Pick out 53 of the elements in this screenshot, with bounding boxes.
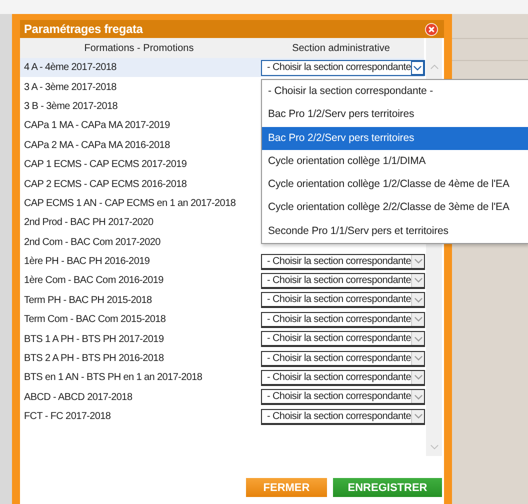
table-row[interactable]: BTS 1 A PH - BTS PH 2017-2019 - Choisir la section correspondante [20,329,424,349]
chevron-down-icon [414,277,423,284]
table-cell-text: BTS en 1 AN - BTS PH en 1 an 2017-2018 [23,372,204,384]
section-select[interactable]: - Choisir la section correspondante [261,370,425,386]
dropdown-option[interactable]: - Choisir la section correspondante - [262,80,528,104]
section-select[interactable]: - Choisir la section correspondante [261,350,425,367]
table-cell-text: 1ère PH - BAC PH 2016-2019 [23,256,151,268]
table-row[interactable]: FCT - FC 2017-2018 - Choisir la section correspondante [20,407,424,426]
table-cell-text: BTS 2 A PH - BTS PH 2016-2018 [23,353,165,364]
section-select[interactable]: - Choisir la section correspondante [261,60,425,76]
section-select[interactable]: - Choisir la section correspondante [261,389,425,406]
dropdown-option[interactable]: Cycle orientation collège 1/1/DIMA [262,150,528,174]
table-row[interactable]: 1ère PH - BAC PH 2016-2019 - Choisir la section correspondante [20,252,424,272]
table-cell-text: BTS 1 A PH - BTS PH 2017-2019 [23,334,165,345]
table-cell-text: 4 A - 4ème 2017-2018 [23,62,118,74]
chevron-down-icon [414,374,423,380]
table-cell-text: ABCD - ABCD 2017-2018 [23,392,134,403]
chevron-down-icon [414,355,423,362]
section-select[interactable]: - Choisir la section correspondante [261,254,425,270]
table-row[interactable]: BTS 2 A PH - BTS PH 2016-2018 - Choisir la section correspondante [20,348,424,368]
table-cell-text: CAPa 1 MA - CAPa MA 2017-2019 [23,120,171,132]
table-cell-text: FCT - FC 2017-2018 [23,411,112,422]
dropdown-option[interactable]: Cycle orientation collège 2/2/Classe de 3ème de l'EA [262,196,528,220]
column-header: Formations - Promotions [83,42,195,54]
section-select[interactable]: - Choisir la section correspondante [261,292,425,308]
table-cell-text: Term PH - BAC PH 2015-2018 [23,294,153,306]
table-cell-text: 2nd Com - BAC Com 2017-2020 [23,236,162,248]
column-header: Section administrative [291,42,391,54]
section-select[interactable]: - Choisir la section correspondante [261,312,425,328]
table-cell-text: Term Com - BAC Com 2015-2018 [23,314,167,326]
table-cell-text: 1ère Com - BAC Com 2016-2019 [23,275,164,286]
chevron-down-icon [414,316,423,322]
chevron-down-icon [414,413,423,420]
close-icon[interactable] [425,22,438,36]
section-select[interactable]: - Choisir la section correspondante [261,331,425,348]
table-row[interactable]: Term Com - BAC Com 2015-2018 - Choisir la section correspondante [20,310,424,330]
chevron-down-icon [414,296,423,303]
section-select[interactable]: - Choisir la section correspondante [261,408,425,425]
dropdown-option[interactable]: Seconde Pro 1/1/Serv pers et territoires [262,220,528,244]
dialog-title: Paramétrages fregata [24,22,143,36]
section-select[interactable]: - Choisir la section correspondante [261,272,425,289]
dropdown-option[interactable]: Bac Pro 2/2/Serv pers territoires [262,126,528,150]
table-row[interactable]: Term PH - BAC PH 2015-2018 - Choisir la section correspondante [20,290,424,310]
chevron-down-icon [414,394,423,400]
chevron-down-icon [414,258,423,264]
chevron-down-icon [413,64,422,71]
table-row[interactable]: ABCD - ABCD 2017-2018 - Choisir la section correspondante [20,388,424,408]
table-row[interactable]: 4 A - 4ème 2017-2018 - Choisir la section correspondante [20,58,424,78]
table-row[interactable]: BTS en 1 AN - BTS PH en 1 an 2017-2018 - Choisir la section correspondante [20,368,424,388]
table-row[interactable]: 1ère Com - BAC Com 2016-2019 - Choisir la section correspondante [20,271,424,291]
dropdown-option[interactable]: Bac Pro 1/2/Serv pers territoires [262,103,528,127]
dropdown-option[interactable]: Cycle orientation collège 1/2/Classe de 4ème de l'EA [262,173,528,196]
chevron-down-icon [414,336,423,342]
